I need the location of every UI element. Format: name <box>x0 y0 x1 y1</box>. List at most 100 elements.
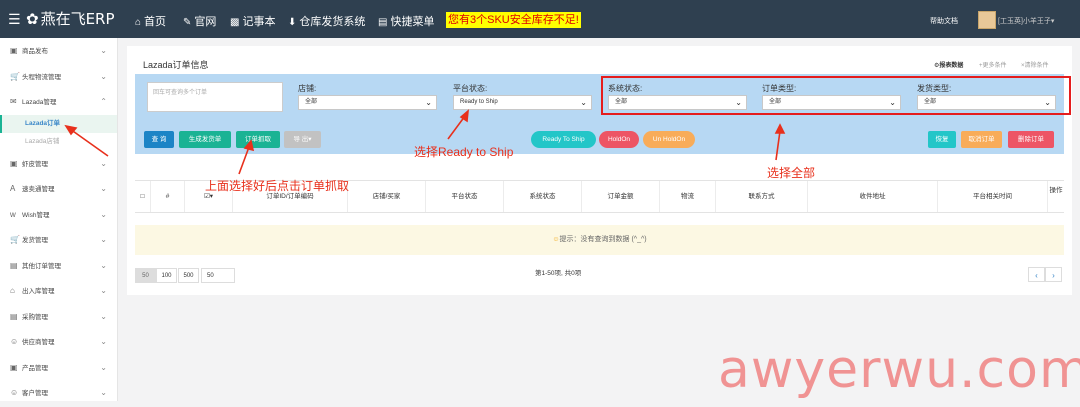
col-address: 收件地址 <box>808 181 938 212</box>
col-order-amount: 订单金额 <box>582 181 660 212</box>
query-button[interactable]: 查 询 <box>144 131 174 148</box>
top-navbar: ☰ ✿ 燕在飞ERP ⌂ 首页 ✎ 官网 ▩ 记事本 ⬇ 仓库发货系统 ▤ 快捷菜单 您有3… <box>0 0 1080 38</box>
nav-home[interactable]: ⌂ 首页 <box>135 13 166 29</box>
annotation-fetch-hint: 上面选择好后点击订单抓取 <box>205 179 350 193</box>
clipboard-icon: ▣ <box>10 46 18 55</box>
user-menu[interactable]: [工玉英]小羊王子▾ <box>998 16 1054 26</box>
order-search-input[interactable]: 回车可查询多个订单 <box>147 82 283 112</box>
nav-quick-menu[interactable]: ▤ 快捷菜单 <box>378 13 434 29</box>
chat-icon: ✉ <box>10 97 17 106</box>
select-all-checkbox[interactable]: □ <box>135 181 151 212</box>
cart-icon: 🛒 <box>10 71 20 81</box>
menu-icon: ▤ <box>378 17 388 28</box>
sidebar-item-lazada[interactable]: ✉ Lazada管理 ⌃ <box>0 89 117 115</box>
sidebar-item-shipping[interactable]: 🛒 发货管理 ⌄ <box>0 227 117 253</box>
filter-label-shop: 店铺: <box>298 84 317 93</box>
restore-button[interactable]: 恢复 <box>928 131 956 148</box>
sidebar-item-shopee[interactable]: ▣ 虾皮管理 ⌄ <box>0 151 117 177</box>
stock-warning-banner[interactable]: 您有3个SKU安全库存不足! <box>446 12 581 28</box>
nav-warehouse[interactable]: ⬇ 仓库发货系统 <box>288 13 365 29</box>
pager-info: 第1-50项, 共0项 <box>535 270 582 277</box>
create-ship-button[interactable]: 生成发货单 <box>179 131 231 148</box>
empty-state: ☺提示：没有查询到数据 (^_^) <box>135 225 1064 255</box>
sidebar-item-aliexpress[interactable]: A 速卖通管理 ⌄ <box>0 176 117 202</box>
annotation-select-ready: 选择Ready to Ship <box>414 145 514 159</box>
sidebar-sub-lazada-shops[interactable]: Lazada店铺 <box>0 133 117 151</box>
wish-icon: w <box>10 209 16 219</box>
page-size-100[interactable]: 100 <box>156 268 177 283</box>
annotation-highlight-box <box>601 76 1071 115</box>
clipboard-icon: ▣ <box>10 362 18 372</box>
sidebar-item-customer[interactable]: ☺ 客户管理 ⌄ <box>0 380 117 406</box>
caret-down-icon: ▾ <box>209 193 214 200</box>
sidebar-item-product-publish[interactable]: ▣ 商品发布 ⌄ <box>0 38 117 64</box>
col-platform-status: 平台状态 <box>426 181 504 212</box>
page-size-input[interactable]: 50 <box>201 268 235 283</box>
chevron-down-icon: ⌄ <box>100 260 107 270</box>
col-shop-buyer: 店铺/买家 <box>348 181 426 212</box>
prev-page-button[interactable]: ‹ <box>1028 267 1045 282</box>
watermark: awyerwu.com <box>718 340 1080 400</box>
chevron-down-icon: ⌄ <box>100 286 107 295</box>
sidebar: ▣ 商品发布 ⌄ 🛒 头程物流管理 ⌄ ✉ Lazada管理 ⌃ Lazada订单 Laza… <box>0 38 118 401</box>
caret-down-icon: ▾ <box>308 136 312 143</box>
hold-on-button[interactable]: HoldOn <box>599 131 639 148</box>
export-button[interactable]: 导 出▾ <box>284 131 321 148</box>
fetch-orders-button[interactable]: 订单抓取 <box>236 131 280 148</box>
nav-notebook[interactable]: ▩ 记事本 <box>230 13 275 29</box>
page-size-500[interactable]: 500 <box>178 268 199 283</box>
chevron-down-icon: ⌄ <box>425 98 432 107</box>
pen-icon: ✎ <box>183 17 192 28</box>
help-docs-link[interactable]: 帮助文档 <box>930 16 958 26</box>
chevron-down-icon: ⌄ <box>100 46 107 55</box>
sidebar-sub-lazada-orders[interactable]: Lazada订单 <box>0 114 117 133</box>
avatar[interactable] <box>978 11 996 29</box>
more-conditions-link[interactable]: +更多条件 <box>979 60 1007 69</box>
app-logo[interactable]: ✿ 燕在飞ERP <box>26 8 115 29</box>
col-system-status: 系统状态 <box>504 181 582 212</box>
next-page-button[interactable]: › <box>1045 267 1062 282</box>
filter-label-platform-status: 平台状态: <box>453 84 488 93</box>
book-icon: ▩ <box>230 17 240 28</box>
col-actions: 操作 <box>1049 187 1063 194</box>
doc-icon: ▤ <box>10 260 18 270</box>
sidebar-item-supplier[interactable]: ☺ 供应商管理 ⌄ <box>0 329 117 355</box>
chevron-down-icon: ⌄ <box>100 184 107 193</box>
col-platform-time: 平台相关时间 <box>938 181 1048 212</box>
chevron-down-icon: ⌄ <box>100 209 107 219</box>
sidebar-item-purchase[interactable]: ▤ 采购管理 ⌄ <box>0 304 117 330</box>
menu-toggle-icon[interactable]: ☰ <box>8 11 21 28</box>
ready-to-ship-button[interactable]: Ready To Ship <box>531 131 596 148</box>
sidebar-item-logistics[interactable]: 🛒 头程物流管理 ⌄ <box>0 64 117 90</box>
smile-icon: ☺ <box>552 236 560 243</box>
people-icon: ☺ <box>10 337 19 346</box>
cart-icon: 🛒 <box>10 235 20 244</box>
un-hold-on-button[interactable]: Un HoldOn <box>643 131 695 148</box>
platform-status-select[interactable]: Ready to Ship ⌄ <box>453 95 592 110</box>
form-icon: ▤ <box>10 311 18 321</box>
delete-order-button[interactable]: 删除订单 <box>1008 131 1054 148</box>
col-contact: 联系方式 <box>716 181 808 212</box>
ali-icon: A <box>10 184 16 193</box>
cancel-order-button[interactable]: 取消订单 <box>961 131 1002 148</box>
house-icon: ⌂ <box>10 286 15 295</box>
chevron-down-icon: ⌄ <box>100 337 107 346</box>
col-logistics: 物流 <box>660 181 716 212</box>
chevron-down-icon: ⌄ <box>100 71 107 81</box>
annotation-select-all: 选择全部 <box>767 166 816 180</box>
page-size-50[interactable]: 50 <box>135 268 156 283</box>
sidebar-item-wish[interactable]: w Wish管理 ⌄ <box>0 202 117 228</box>
chevron-down-icon: ⌄ <box>100 388 107 397</box>
col-index: # <box>151 181 185 212</box>
leaf-icon: ✿ <box>26 10 39 28</box>
chevron-down-icon: ⌄ <box>580 98 587 107</box>
person-icon: ☺ <box>10 388 19 397</box>
sidebar-item-other-orders[interactable]: ▤ 其他订单管理 ⌄ <box>0 253 117 279</box>
report-data-link[interactable]: ⚙报表数据 <box>934 60 963 69</box>
chevron-down-icon: ⌄ <box>100 362 107 372</box>
sidebar-item-product[interactable]: ▣ 产品管理 ⌄ <box>0 355 117 381</box>
sidebar-item-stock-io[interactable]: ⌂ 出入库管理 ⌄ <box>0 278 117 304</box>
nav-website[interactable]: ✎ 官网 <box>183 13 216 29</box>
clear-conditions-link[interactable]: ×清除条件 <box>1021 60 1049 69</box>
shop-select[interactable]: 全部 ⌄ <box>298 95 437 110</box>
